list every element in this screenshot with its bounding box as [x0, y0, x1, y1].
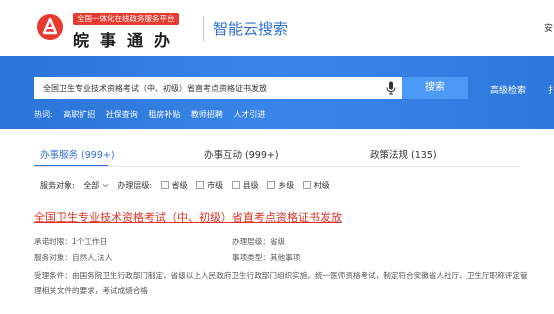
band-edge-text[interactable]: 扌: [548, 83, 554, 96]
tab-policies[interactable]: 政策法规 (135): [370, 147, 437, 161]
search-band: 全国卫生专业技术资格考试（中、初级）省直考点资格证书发放 搜索 高级检索 扌 热…: [0, 56, 554, 129]
level-checkbox[interactable]: 市级: [196, 180, 223, 191]
result-tabs: 办事服务 (999+) 办事互动 (999+) 政策法规 (135): [34, 147, 520, 167]
result-matter-type: 事项类型：其他事项: [232, 253, 301, 262]
hot-word[interactable]: 人才引进: [233, 110, 265, 119]
hot-words-label: 热词:: [34, 110, 53, 119]
result-title-link[interactable]: 全国卫生专业技术资格考试（中、初级）省直考点资格证书发放: [34, 209, 342, 225]
search-input[interactable]: 全国卫生专业技术资格考试（中、初级）省直考点资格证书发放: [34, 77, 402, 99]
result-handle-level: 办理层级：省级: [232, 237, 286, 246]
search-button[interactable]: 搜索: [402, 77, 468, 99]
tabs-divider: [34, 166, 520, 167]
checkbox-icon: [231, 181, 240, 189]
checkbox-icon: [267, 181, 276, 189]
hot-words-row: 热词: 高职扩招 社保查询 租房补贴 教师招聘 人才引进: [34, 109, 273, 120]
service-object-select[interactable]: 全部: [83, 180, 109, 191]
result-service-object: 服务对象：自然人,法人: [34, 253, 113, 262]
brand-name: 皖事通办: [73, 31, 182, 50]
level-checkbox[interactable]: 县级: [231, 180, 259, 191]
level-checkbox[interactable]: 乡级: [267, 180, 294, 191]
microphone-icon[interactable]: [386, 81, 396, 95]
level-checkbox[interactable]: 村级: [302, 180, 330, 191]
hot-word[interactable]: 教师招聘: [191, 110, 223, 119]
service-object-value: 全部: [83, 181, 100, 190]
service-object-label: 服务对象:: [40, 181, 75, 190]
brand-badge: 全国一体化在线政务服务平台: [73, 13, 179, 25]
hot-word[interactable]: 社保查询: [106, 110, 138, 119]
advanced-search-link[interactable]: 高级检索: [490, 83, 526, 96]
result-time-limit: 承诺时限：1个工作日: [34, 237, 108, 246]
filter-row: 服务对象: 全部 办理层级: 省级 市级 县级 乡级 村级: [40, 180, 336, 191]
tab-services[interactable]: 办事服务 (999+): [40, 147, 115, 161]
search-query: 全国卫生专业技术资格考试（中、初级）省直考点资格证书发放: [43, 84, 267, 93]
chevron-down-icon: [102, 183, 109, 188]
site-header: 全国一体化在线政务服务平台 皖事通办 智能云搜索 安: [0, 0, 554, 56]
checkbox-icon: [160, 181, 169, 189]
header-right-text[interactable]: 安: [544, 21, 553, 34]
checkbox-icon: [302, 181, 311, 189]
site-logo-icon[interactable]: [36, 13, 64, 41]
tab-interaction[interactable]: 办事互动 (999+): [204, 147, 279, 161]
result-conditions: 受理条件：由国务院卫生行政部门制定，省级以上人民政府卫生行政部门组织实施。统一医…: [34, 271, 528, 295]
checkbox-icon: [196, 181, 205, 189]
handle-level-label: 办理层级:: [117, 181, 153, 190]
hot-word[interactable]: 租房补贴: [148, 110, 180, 119]
level-checkbox[interactable]: 省级: [160, 180, 188, 191]
brand-divider: [203, 16, 204, 42]
page-title: 智能云搜索: [213, 20, 289, 38]
hot-word[interactable]: 高职扩招: [63, 110, 95, 119]
